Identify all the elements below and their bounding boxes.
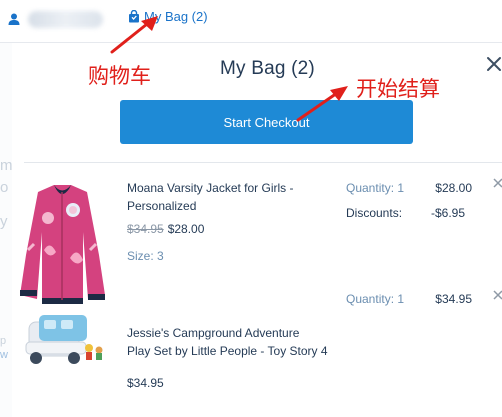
item-size: Size: 3 xyxy=(127,249,164,263)
annotation-arrow-cart xyxy=(110,16,158,54)
item-line-total: $28.00 xyxy=(435,181,472,195)
remove-item-icon[interactable] xyxy=(493,178,502,188)
original-price: $34.95 xyxy=(127,222,164,236)
item-name-line: Play Set by Little People - Toy Story 4 xyxy=(127,344,328,358)
item-name[interactable]: Jessie's Campground Adventure Play Set b… xyxy=(127,324,328,360)
item-name-line: Personalized xyxy=(127,199,197,213)
sale-price: $28.00 xyxy=(167,222,205,236)
blurred-user-name[interactable] xyxy=(28,11,103,28)
item-quantity[interactable]: Quantity: 1 xyxy=(346,181,404,195)
moana-jacket-image[interactable] xyxy=(20,180,105,310)
annotation-checkout-label: 开始结算 xyxy=(356,77,440,101)
item-quantity[interactable]: Quantity: 1 xyxy=(346,292,404,306)
discounts-label: Discounts: xyxy=(346,206,403,220)
item-name[interactable]: Moana Varsity Jacket for Girls - Persona… xyxy=(127,179,294,215)
user-icon[interactable] xyxy=(7,12,21,26)
item-line-total: $34.95 xyxy=(435,292,472,306)
item-name-line: Jessie's Campground Adventure xyxy=(127,326,300,340)
discount-value: -$6.95 xyxy=(430,206,465,220)
item-price: $34.95 $28.00 xyxy=(127,222,204,236)
annotation-cart-label: 购物车 xyxy=(88,64,151,88)
divider xyxy=(24,162,502,163)
annotation-arrow-checkout xyxy=(296,86,348,122)
toy-story-playset-image[interactable] xyxy=(22,310,112,370)
close-icon[interactable] xyxy=(484,54,502,74)
start-checkout-button[interactable]: Start Checkout xyxy=(120,100,413,144)
sale-price: $34.95 xyxy=(127,376,164,390)
remove-item-icon[interactable] xyxy=(493,290,502,300)
top-navigation-bar: My Bag (2) xyxy=(0,0,502,43)
item-name-line: Moana Varsity Jacket for Girls - xyxy=(127,181,294,195)
panel-title: My Bag (2) xyxy=(220,58,315,79)
